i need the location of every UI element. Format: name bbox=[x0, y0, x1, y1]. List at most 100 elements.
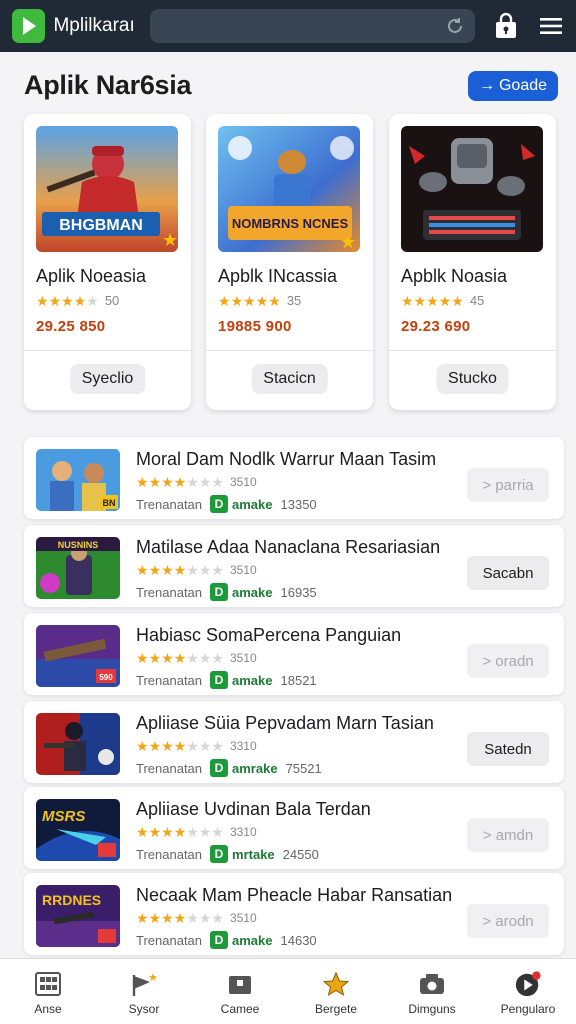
list-item[interactable]: MSRS Apliiase Uvdinan Bala Terdan ★ ★ ★ ★ ★ ★… bbox=[24, 787, 564, 869]
rating-star-icon: ★ bbox=[198, 474, 212, 490]
app-thumbnail[interactable]: BN bbox=[36, 449, 120, 511]
rating-star-icon: ★ bbox=[148, 474, 162, 490]
list-item-title: Habiasc SomaPercena Panguian bbox=[136, 625, 402, 645]
rating-star-icon: ★ bbox=[161, 650, 174, 666]
list-item-title: Apliiase Süia Pepvadam Marn Tasian bbox=[136, 713, 434, 733]
price-label: 29.25 850 bbox=[36, 318, 106, 335]
download-badge: Damake bbox=[210, 931, 273, 949]
app-thumbnail[interactable] bbox=[401, 126, 543, 252]
guide-button-label: Goade bbox=[498, 77, 548, 94]
download-count: 13350 bbox=[280, 496, 317, 512]
rating-star-icon: ★ bbox=[211, 474, 224, 490]
rating-count: 3310 bbox=[229, 825, 257, 839]
action-button[interactable]: > arodn bbox=[467, 904, 549, 938]
featured-card[interactable]: Apblk Noasia ★ ★ ★ ★ ★ 45 29.23 690 Stucko bbox=[389, 114, 556, 410]
rating-star-icon: ★ bbox=[401, 292, 414, 309]
download-d-icon: D bbox=[210, 583, 229, 601]
app-thumbnail[interactable]: BHGBMAN ★ bbox=[36, 126, 178, 252]
app-thumbnail[interactable]: NOMBRNS NCNES ★ bbox=[218, 126, 360, 252]
list-item[interactable]: 590 Habiasc SomaPercena Panguian ★ ★ ★ ★ ★ ★ ★… bbox=[24, 613, 564, 695]
app-logo-icon[interactable] bbox=[12, 9, 46, 43]
rating-star-icon: ★ bbox=[148, 650, 162, 666]
rating-count: 45 bbox=[469, 293, 485, 308]
featured-card[interactable]: NOMBRNS NCNES ★ Apblk INcassia ★ ★ ★ ★ ★ 35 … bbox=[206, 114, 373, 410]
thumbnail-art-text: BN bbox=[103, 498, 116, 508]
rating: ★ ★ ★ ★ ★ ★ ★ 3310 bbox=[136, 825, 257, 839]
rating-star-icon: ★ bbox=[136, 474, 149, 490]
list-item[interactable]: NUSNINS Matilase Adaa Nanaclana Resarias… bbox=[24, 525, 564, 607]
featured-card[interactable]: BHGBMAN ★ Aplik Noeasia ★ ★ ★ ★ ★ 50 29.25 8… bbox=[24, 114, 191, 410]
rating-star-icon: ★ bbox=[136, 824, 149, 840]
price-label: 29.23 690 bbox=[401, 318, 471, 335]
rating-star-icon: ★ bbox=[173, 910, 187, 926]
app-thumbnail[interactable]: MSRS bbox=[36, 799, 120, 861]
nav-label: Camee bbox=[220, 1002, 260, 1016]
rating-count: 3510 bbox=[229, 475, 257, 489]
main-content: Aplik Nar6sia → Goade BHGBMAN ★ Aplik No… bbox=[0, 52, 576, 958]
action-button[interactable]: > oradn bbox=[467, 644, 549, 678]
rating-stars: ★ ★ ★ ★ ★ ★ ★ bbox=[136, 475, 224, 489]
bottom-nav: Anse ★ Sysor Camee Bergete Dimguns Pengu… bbox=[0, 958, 576, 1024]
rating-star-icon: ★ bbox=[268, 292, 281, 309]
rating-star-icon: ★ bbox=[255, 292, 269, 309]
download-d-icon: D bbox=[210, 495, 229, 513]
download-d-icon: D bbox=[210, 671, 229, 689]
nav-item-pengularo[interactable]: Pengularo bbox=[480, 959, 576, 1024]
rating-stars: ★ ★ ★ ★ ★ bbox=[401, 294, 464, 308]
action-button[interactable]: Sacabn bbox=[467, 556, 549, 590]
rating-star-icon: ★ bbox=[211, 910, 224, 926]
rating: ★ ★ ★ ★ ★ 45 bbox=[401, 293, 484, 308]
search-input[interactable] bbox=[150, 9, 475, 43]
list-item[interactable]: RRDNES Necaak Mam Pheacle Habar Ransatia… bbox=[24, 873, 564, 955]
rating-star-icon: ★ bbox=[148, 562, 162, 578]
nav-item-bergete[interactable]: Bergete bbox=[288, 959, 384, 1024]
publisher-label: Trenanatan bbox=[136, 584, 203, 600]
rating-star-icon: ★ bbox=[161, 562, 174, 578]
rating-star-icon: ★ bbox=[86, 292, 99, 309]
select-button[interactable]: Stacicn bbox=[251, 364, 328, 394]
app-thumbnail[interactable]: RRDNES bbox=[36, 885, 120, 947]
action-button[interactable]: > parria bbox=[467, 468, 549, 502]
rating-count: 3510 bbox=[229, 911, 257, 925]
rating-star-icon: ★ bbox=[136, 562, 149, 578]
app-thumbnail[interactable]: NUSNINS bbox=[36, 537, 120, 599]
thumbnail-art-text: NUSNINS bbox=[58, 540, 99, 550]
rating: ★ ★ ★ ★ ★ 35 bbox=[218, 293, 301, 308]
rating-star-icon: ★ bbox=[426, 292, 439, 309]
download-badge: Damrake bbox=[210, 759, 278, 777]
rating-star-icon: ★ bbox=[161, 824, 174, 840]
rating-star-icon: ★ bbox=[198, 910, 212, 926]
arrow-right-icon: → bbox=[478, 77, 495, 94]
rating: ★ ★ ★ ★ ★ ★ ★ 3510 bbox=[136, 651, 257, 665]
list-item[interactable]: BN Moral Dam Nodlk Warrur Maan Tasim ★ ★ ★… bbox=[24, 437, 564, 519]
download-badge: Damake bbox=[210, 583, 273, 601]
nav-item-camee[interactable]: Camee bbox=[192, 959, 288, 1024]
list-item[interactable]: Apliiase Süia Pepvadam Marn Tasian ★ ★ ★ ★ ★… bbox=[24, 701, 564, 783]
rating-star-icon: ★ bbox=[173, 824, 187, 840]
rating-star-icon: ★ bbox=[218, 292, 231, 309]
rating: ★ ★ ★ ★ ★ 50 bbox=[36, 293, 119, 308]
rating-count: 3510 bbox=[229, 563, 257, 577]
guide-button[interactable]: → Goade bbox=[468, 71, 558, 101]
menu-icon[interactable] bbox=[536, 11, 566, 41]
action-button[interactable]: Satedn bbox=[467, 732, 549, 766]
select-button[interactable]: Syeclio bbox=[69, 364, 146, 394]
list-item-meta: Trenanatan Dmrtake 24550 bbox=[136, 845, 319, 863]
nav-item-sysor[interactable]: ★ Sysor bbox=[96, 959, 192, 1024]
nav-item-dimguns[interactable]: Dimguns bbox=[384, 959, 480, 1024]
rating-star-icon: ★ bbox=[61, 292, 74, 309]
nav-label: Pengularo bbox=[500, 1002, 556, 1016]
select-button[interactable]: Stucko bbox=[436, 364, 509, 394]
nav-item-home[interactable]: Anse bbox=[0, 959, 96, 1024]
rating-star-icon: ★ bbox=[186, 650, 199, 666]
list-item-title: Moral Dam Nodlk Warrur Maan Tasim bbox=[136, 449, 437, 469]
lock-bag-icon[interactable] bbox=[491, 11, 521, 41]
app-thumbnail[interactable]: 590 bbox=[36, 625, 120, 687]
action-button[interactable]: > amdn bbox=[467, 818, 549, 852]
app-thumbnail[interactable] bbox=[36, 713, 120, 775]
refresh-icon[interactable] bbox=[445, 16, 465, 36]
svg-text:★: ★ bbox=[340, 232, 356, 252]
rating-star-icon: ★ bbox=[136, 910, 149, 926]
divider bbox=[389, 350, 556, 351]
publisher-label: Trenanatan bbox=[136, 932, 203, 948]
